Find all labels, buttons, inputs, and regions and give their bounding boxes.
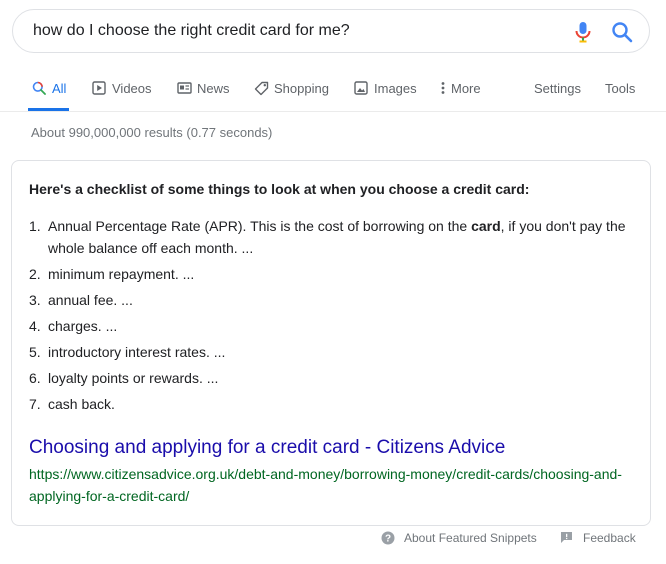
tab-shopping[interactable]: Shopping bbox=[253, 65, 329, 111]
footer-label: About Featured Snippets bbox=[404, 531, 537, 545]
tab-more[interactable]: More bbox=[440, 65, 481, 111]
newspaper-icon bbox=[176, 80, 192, 96]
list-item: 2. minimum repayment. ... bbox=[29, 266, 195, 282]
tab-label: Tools bbox=[605, 80, 636, 96]
list-item: 5. introductory interest rates. ... bbox=[29, 344, 226, 360]
list-item: 3. annual fee. ... bbox=[29, 292, 133, 308]
svg-text:?: ? bbox=[385, 534, 391, 545]
tab-label: Settings bbox=[534, 80, 581, 96]
tab-label: Images bbox=[374, 80, 417, 96]
feedback-link[interactable]: Feedback bbox=[560, 529, 636, 547]
feedback-icon bbox=[560, 531, 574, 545]
search-icon bbox=[31, 80, 47, 96]
result-url: https://www.citizensadvice.org.uk/debt-a… bbox=[29, 466, 622, 504]
list-item: 4. charges. ... bbox=[29, 318, 118, 334]
tag-icon bbox=[253, 80, 269, 96]
search-tabs: All Videos News Shopping Images More Set… bbox=[0, 65, 666, 112]
snippet-heading: Here's a checklist of some things to loo… bbox=[29, 181, 530, 197]
tab-label: News bbox=[197, 80, 230, 96]
list-item: 1. Annual Percentage Rate (APR). This is … bbox=[29, 218, 626, 256]
image-icon bbox=[353, 80, 369, 96]
more-vertical-icon bbox=[440, 80, 446, 96]
tab-settings[interactable]: Settings bbox=[534, 65, 581, 111]
about-featured-snippets-link[interactable]: ? About Featured Snippets bbox=[381, 529, 537, 547]
tab-all[interactable]: All bbox=[27, 65, 70, 111]
help-circle-icon: ? bbox=[381, 531, 395, 545]
microphone-icon[interactable] bbox=[573, 21, 593, 43]
tab-label: All bbox=[52, 80, 67, 96]
search-icon[interactable] bbox=[611, 21, 633, 43]
snippet-list: 1. Annual Percentage Rate (APR). This is … bbox=[29, 215, 629, 419]
tab-videos[interactable]: Videos bbox=[91, 65, 152, 111]
featured-snippet-card: Here's a checklist of some things to loo… bbox=[11, 160, 651, 526]
list-item: 7. cash back. bbox=[29, 396, 115, 412]
tab-label: Videos bbox=[112, 80, 152, 96]
result-title-link[interactable]: Choosing and applying for a credit card … bbox=[29, 437, 505, 459]
tab-news[interactable]: News bbox=[176, 65, 230, 111]
search-input[interactable] bbox=[33, 10, 553, 52]
tab-label: Shopping bbox=[274, 80, 329, 96]
video-play-icon bbox=[91, 80, 107, 96]
list-item: 6. loyalty points or rewards. ... bbox=[29, 370, 219, 386]
tab-label: More bbox=[451, 80, 481, 96]
tab-tools[interactable]: Tools bbox=[605, 65, 635, 111]
footer-label: Feedback bbox=[583, 531, 636, 545]
tab-images[interactable]: Images bbox=[353, 65, 417, 111]
search-results-page: All Videos News bbox=[0, 0, 666, 564]
search-bar bbox=[12, 9, 650, 53]
results-stats: About 990,000,000 results (0.77 seconds) bbox=[31, 125, 273, 140]
